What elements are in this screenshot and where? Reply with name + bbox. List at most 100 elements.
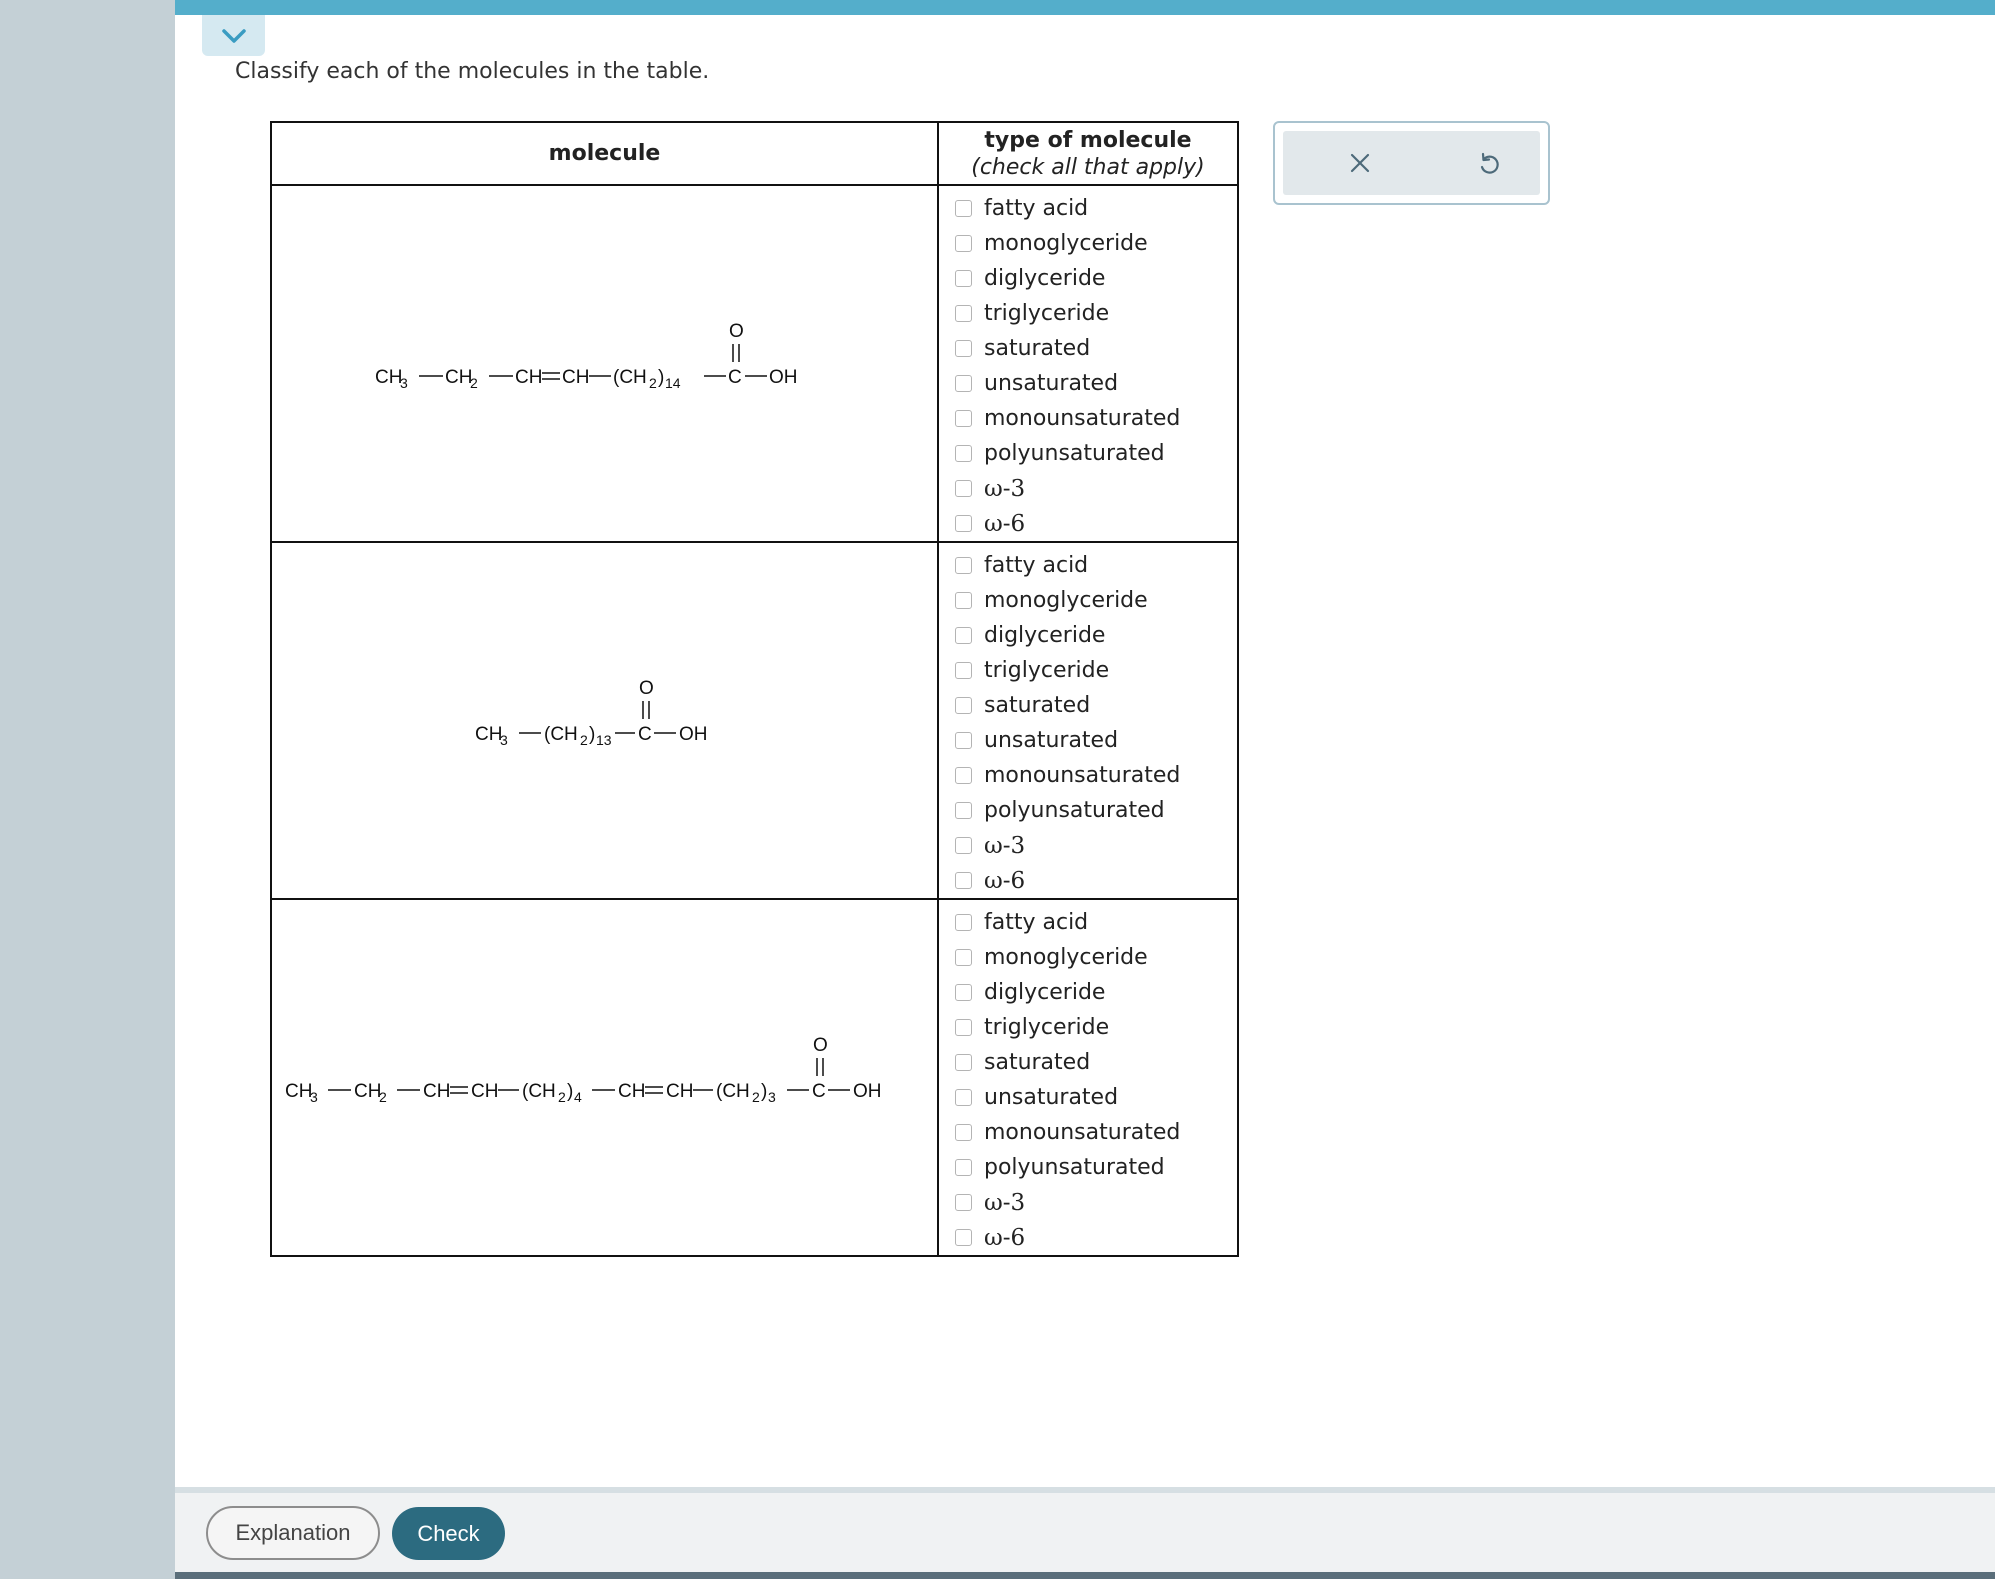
molecule-formula-3: CH 3 CH 2 CH CH (CH 2 ) 4 CH CH (CH 2) … bbox=[285, 1035, 882, 1105]
option-saturated[interactable]: saturated bbox=[939, 1045, 1237, 1080]
option-triglyceride[interactable]: triglyceride bbox=[939, 653, 1237, 688]
clear-button[interactable] bbox=[1340, 143, 1380, 183]
svg-text:C: C bbox=[728, 367, 742, 388]
option-unsaturated[interactable]: unsaturated bbox=[939, 366, 1237, 401]
svg-text:OH: OH bbox=[853, 1081, 882, 1102]
option-monoglyceride[interactable]: monoglyceride bbox=[939, 940, 1237, 975]
checkbox[interactable] bbox=[955, 984, 972, 1001]
svg-text:3: 3 bbox=[768, 1089, 776, 1105]
option-diglyceride[interactable]: diglyceride bbox=[939, 975, 1237, 1010]
option-saturated[interactable]: saturated bbox=[939, 331, 1237, 366]
bottom-edge bbox=[175, 1572, 1995, 1579]
svg-text:O: O bbox=[813, 1035, 828, 1056]
option-omega-3[interactable]: ω-3 bbox=[939, 471, 1237, 506]
checkbox[interactable] bbox=[955, 270, 972, 287]
checkbox[interactable] bbox=[955, 1194, 972, 1211]
molecule-cell: CH 3 CH 2 CH CH (CH 2 ) 4 CH CH (CH 2) … bbox=[270, 898, 939, 1257]
svg-text:(CH: (CH bbox=[522, 1081, 556, 1102]
svg-text:OH: OH bbox=[679, 724, 708, 745]
svg-text:): ) bbox=[658, 367, 664, 388]
type-options-cell: fatty acid monoglyceride diglyceride tri… bbox=[937, 898, 1239, 1257]
svg-text:13: 13 bbox=[596, 732, 612, 748]
checkbox[interactable] bbox=[955, 515, 972, 532]
option-monoglyceride[interactable]: monoglyceride bbox=[939, 583, 1237, 618]
checkbox[interactable] bbox=[955, 1229, 972, 1246]
option-unsaturated[interactable]: unsaturated bbox=[939, 723, 1237, 758]
option-polyunsaturated[interactable]: polyunsaturated bbox=[939, 436, 1237, 471]
checkbox[interactable] bbox=[955, 445, 972, 462]
undo-button[interactable] bbox=[1469, 143, 1509, 183]
option-monounsaturated[interactable]: monounsaturated bbox=[939, 401, 1237, 436]
molecule-cell: CH 3 (CH 2 ) 13 C OH O bbox=[270, 541, 939, 900]
option-omega-3[interactable]: ω-3 bbox=[939, 1185, 1237, 1220]
checkbox[interactable] bbox=[955, 1089, 972, 1106]
checkbox[interactable] bbox=[955, 375, 972, 392]
checkbox[interactable] bbox=[955, 1124, 972, 1141]
molecule-table: molecule type of molecule (check all tha… bbox=[270, 121, 1239, 1257]
option-fatty-acid[interactable]: fatty acid bbox=[939, 548, 1237, 583]
svg-text:2: 2 bbox=[558, 1089, 566, 1105]
svg-text:CH: CH bbox=[285, 1081, 312, 1102]
checkbox[interactable] bbox=[955, 914, 972, 931]
option-saturated[interactable]: saturated bbox=[939, 688, 1237, 723]
checkbox[interactable] bbox=[955, 949, 972, 966]
svg-text:C: C bbox=[638, 724, 652, 745]
checkbox[interactable] bbox=[955, 305, 972, 322]
option-polyunsaturated[interactable]: polyunsaturated bbox=[939, 793, 1237, 828]
option-monounsaturated[interactable]: monounsaturated bbox=[939, 758, 1237, 793]
checkbox[interactable] bbox=[955, 627, 972, 644]
svg-text:): ) bbox=[567, 1081, 573, 1102]
option-omega-6[interactable]: ω-6 bbox=[939, 1220, 1237, 1255]
option-omega-6[interactable]: ω-6 bbox=[939, 506, 1237, 541]
checkbox[interactable] bbox=[955, 697, 972, 714]
checkbox[interactable] bbox=[955, 480, 972, 497]
checkbox[interactable] bbox=[955, 662, 972, 679]
svg-text:OH: OH bbox=[769, 367, 798, 388]
svg-text:(CH: (CH bbox=[544, 724, 578, 745]
checkbox[interactable] bbox=[955, 235, 972, 252]
option-omega-6[interactable]: ω-6 bbox=[939, 863, 1237, 898]
close-icon bbox=[1350, 153, 1370, 173]
svg-text:C: C bbox=[812, 1081, 826, 1102]
option-fatty-acid[interactable]: fatty acid bbox=[939, 191, 1237, 226]
option-polyunsaturated[interactable]: polyunsaturated bbox=[939, 1150, 1237, 1185]
checkbox[interactable] bbox=[955, 732, 972, 749]
checkbox[interactable] bbox=[955, 1159, 972, 1176]
table-row: CH 3 CH 2 CH CH (CH 2 ) 4 CH CH (CH 2) … bbox=[270, 898, 1239, 1257]
option-monounsaturated[interactable]: monounsaturated bbox=[939, 1115, 1237, 1150]
svg-text:14: 14 bbox=[665, 375, 681, 391]
checkbox[interactable] bbox=[955, 1054, 972, 1071]
checkbox[interactable] bbox=[955, 872, 972, 889]
svg-text:CH: CH bbox=[475, 724, 502, 745]
option-diglyceride[interactable]: diglyceride bbox=[939, 618, 1237, 653]
checkbox[interactable] bbox=[955, 802, 972, 819]
checkbox[interactable] bbox=[955, 767, 972, 784]
checkbox[interactable] bbox=[955, 200, 972, 217]
svg-text:3: 3 bbox=[400, 375, 408, 391]
answer-tools-panel bbox=[1273, 121, 1550, 205]
option-omega-3[interactable]: ω-3 bbox=[939, 828, 1237, 863]
explanation-button[interactable]: Explanation bbox=[206, 1506, 380, 1560]
svg-text:CH: CH bbox=[515, 367, 542, 388]
checkbox[interactable] bbox=[955, 410, 972, 427]
option-unsaturated[interactable]: unsaturated bbox=[939, 1080, 1237, 1115]
checkbox[interactable] bbox=[955, 837, 972, 854]
option-fatty-acid[interactable]: fatty acid bbox=[939, 905, 1237, 940]
collapse-toggle[interactable] bbox=[202, 15, 265, 56]
option-triglyceride[interactable]: triglyceride bbox=[939, 1010, 1237, 1045]
option-triglyceride[interactable]: triglyceride bbox=[939, 296, 1237, 331]
svg-text:CH: CH bbox=[471, 1081, 498, 1102]
table-header-row: molecule type of molecule (check all tha… bbox=[270, 121, 1239, 186]
checkbox[interactable] bbox=[955, 340, 972, 357]
table-row: CH 3 (CH 2 ) 13 C OH O fatty acid monogl… bbox=[270, 541, 1239, 900]
checkbox[interactable] bbox=[955, 1019, 972, 1036]
svg-text:2: 2 bbox=[580, 732, 588, 748]
option-diglyceride[interactable]: diglyceride bbox=[939, 261, 1237, 296]
checkbox[interactable] bbox=[955, 557, 972, 574]
checkbox[interactable] bbox=[955, 592, 972, 609]
check-button[interactable]: Check bbox=[392, 1507, 505, 1560]
svg-text:CH: CH bbox=[423, 1081, 450, 1102]
svg-text:3: 3 bbox=[310, 1089, 318, 1105]
option-monoglyceride[interactable]: monoglyceride bbox=[939, 226, 1237, 261]
svg-text:O: O bbox=[639, 678, 654, 699]
